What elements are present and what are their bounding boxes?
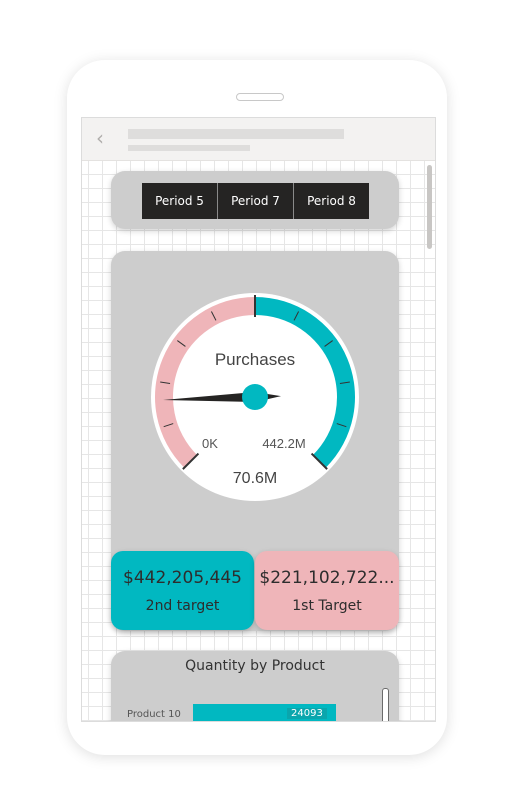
quantity-by-product-chart: Quantity by Product Product 10 24093 — [111, 651, 399, 721]
bar-data-label: 24093 — [287, 708, 327, 719]
back-chevron-icon[interactable]: ‹ — [96, 128, 104, 148]
report-subtitle-placeholder — [128, 145, 250, 151]
gauge-title: Purchases — [215, 350, 295, 369]
period-7-button[interactable]: Period 7 — [218, 183, 294, 219]
gauge-value-label: 70.6M — [233, 470, 277, 487]
chart-title: Quantity by Product — [185, 658, 325, 674]
bar-category-label: Product 10 — [127, 709, 181, 720]
report-title-placeholder — [128, 129, 344, 139]
kpi-1st-target: $221,102,722... 1st Target — [255, 551, 399, 630]
page-scrollbar[interactable] — [427, 165, 432, 249]
period-slicer: Period 5 Period 7 Period 8 — [111, 171, 399, 229]
report-header: ‹ — [82, 118, 435, 161]
kpi-2nd-target-label: 2nd target — [145, 597, 220, 614]
gauge-hub — [242, 384, 268, 410]
kpi-2nd-target-value: $442,205,445 — [123, 567, 242, 588]
period-button-group: Period 5 Period 7 Period 8 — [142, 183, 369, 219]
phone-speaker — [236, 93, 284, 101]
kpi-1st-target-label: 1st Target — [292, 597, 362, 614]
kpi-1st-target-value: $221,102,722... — [259, 567, 395, 588]
chart-scrollbar[interactable] — [382, 688, 389, 721]
period-5-button[interactable]: Period 5 — [142, 183, 218, 219]
gauge-min-label: 0K — [202, 436, 218, 451]
report-screen: ‹ Period 5 Period 7 Period 8 Purchases 0… — [81, 117, 436, 722]
kpi-2nd-target: $442,205,445 2nd target — [111, 551, 254, 630]
period-8-button[interactable]: Period 8 — [294, 183, 369, 219]
gauge-visual: Purchases 0K 442.2M 70.6M — [151, 293, 359, 501]
gauge-max-label: 442.2M — [262, 436, 305, 451]
